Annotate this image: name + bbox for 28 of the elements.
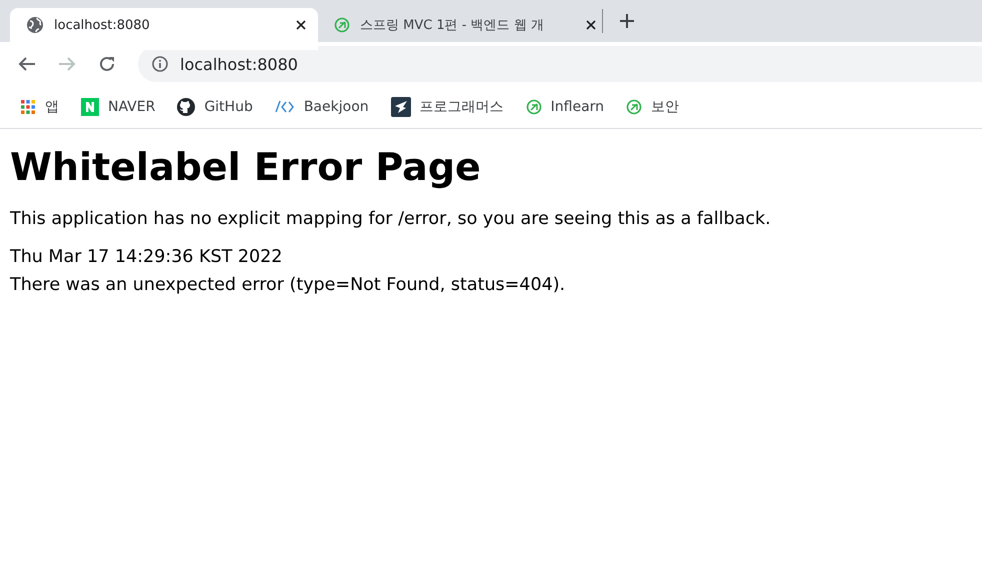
timestamp: Thu Mar 17 14:29:36 KST 2022 bbox=[10, 246, 284, 269]
new-tab-icon[interactable] bbox=[619, 13, 635, 29]
browser-tab[interactable]: localhost:8080 bbox=[10, 8, 318, 50]
info-icon bbox=[152, 56, 168, 72]
bookmark-link[interactable]: 앱 bbox=[45, 98, 59, 116]
page-heading: Whitelabel Error Page bbox=[10, 145, 482, 189]
error-message: This application has no explicit mapping for /error, so you are seeing this as a fallback. bbox=[10, 209, 772, 229]
bookmark-link[interactable]: 보안 bbox=[651, 98, 680, 116]
square-n-icon bbox=[81, 98, 99, 116]
reload-icon[interactable] bbox=[98, 55, 116, 73]
back-icon[interactable] bbox=[18, 56, 36, 72]
bookmark-link[interactable]: Baekjoon bbox=[304, 99, 369, 115]
error-detail: There was an unexpected error (type=Not Found, status=404). bbox=[10, 274, 566, 297]
tab-title: localhost:8080 bbox=[54, 18, 151, 32]
bird-icon bbox=[390, 97, 411, 117]
url-text: localhost:8080 bbox=[180, 54, 298, 74]
tab-title: 스프링 MVC 1편 - 백엔드 웹 개 bbox=[360, 17, 545, 34]
bookmark-link[interactable]: 프로그래머스 bbox=[420, 98, 504, 116]
close-icon[interactable] bbox=[296, 20, 306, 30]
github-icon bbox=[177, 98, 196, 116]
globe-icon bbox=[26, 16, 44, 34]
address-bar[interactable]: localhost:8080 bbox=[138, 46, 982, 82]
apps-grid-icon bbox=[20, 99, 36, 115]
code-brackets-icon bbox=[274, 100, 295, 114]
close-icon[interactable] bbox=[586, 20, 596, 30]
bookmark-link[interactable]: GitHub bbox=[204, 99, 253, 115]
bookmark-link[interactable]: NAVER bbox=[108, 99, 156, 115]
bookmark-link[interactable]: Inflearn bbox=[550, 99, 604, 115]
